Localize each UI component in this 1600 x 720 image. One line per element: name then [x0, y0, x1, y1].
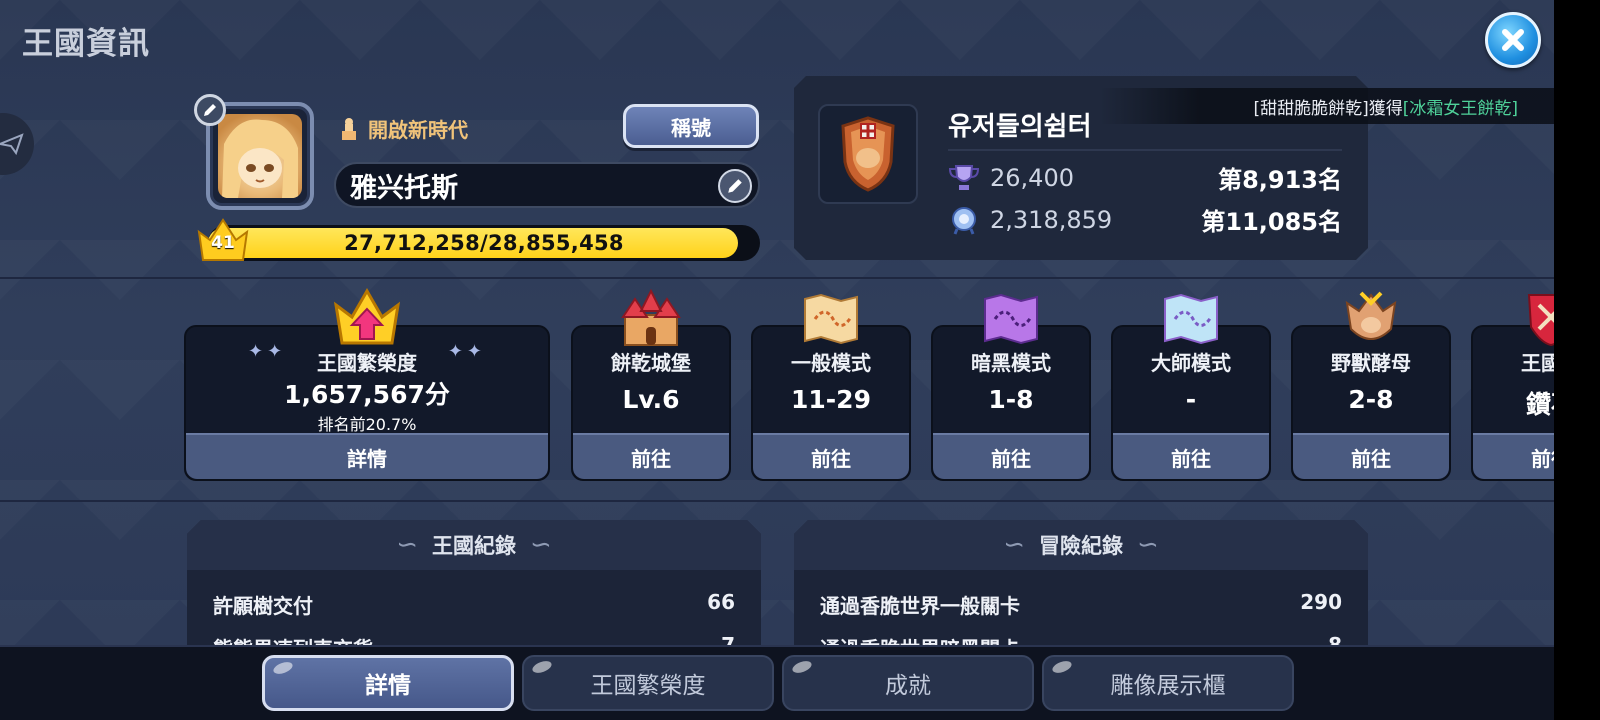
- guild-trophy-row: 26,400 第8,913名: [948, 160, 1342, 195]
- card-name: 王國競: [1521, 351, 1554, 375]
- guild-emblem[interactable]: [818, 104, 918, 204]
- swirl-ornament-icon: ∽: [530, 530, 552, 560]
- card-master-mode: 大師模式 - 前往: [1111, 293, 1271, 481]
- kingdom-record-panel: ∽ 王國紀錄 ∽ 許願樹交付 66 熊熊果凍列車交貨 7: [187, 520, 761, 660]
- master-mode-go-button[interactable]: 前往: [1113, 433, 1269, 479]
- close-button[interactable]: [1485, 12, 1541, 68]
- dark-mode-go-button[interactable]: 前往: [933, 433, 1089, 479]
- map-scroll-icon: [804, 293, 858, 345]
- record-row: 通過香脆世界一般關卡 290: [820, 590, 1342, 619]
- era-label: 開啟新時代: [368, 118, 468, 142]
- card-name: 暗黑模式: [971, 351, 1051, 375]
- adventure-record-title: 冒險紀錄: [1039, 534, 1123, 558]
- guild-divider: [948, 149, 1342, 151]
- title-button[interactable]: 稱號: [623, 104, 759, 148]
- section-divider: [0, 500, 1554, 502]
- medal-icon: [952, 206, 976, 235]
- record-value: 66: [707, 590, 735, 614]
- record-row: 許願樹交付 66: [213, 590, 735, 619]
- screen-edge: [1554, 0, 1600, 720]
- guild-shield-icon: [841, 116, 895, 192]
- kingdom-info-screen: 王國資訊 開啟新時代 稱號 雅兴托斯 27,712,258/28,855,458…: [0, 0, 1554, 720]
- bottom-tab-bar: [0, 645, 1554, 720]
- tab-prosperity[interactable]: 王國繁榮度: [522, 655, 774, 711]
- notice-highlight: [冰霜女王餅乾]: [1402, 98, 1518, 119]
- card-name: 王國繁榮度: [317, 351, 417, 375]
- master-map-scroll-icon: [1164, 293, 1218, 345]
- card-arena: 王國競 鑽石 前往: [1471, 294, 1554, 481]
- card-name: 野獸酵母: [1331, 351, 1411, 375]
- swirl-ornament-icon: ∽: [396, 530, 418, 560]
- level-number: 41: [211, 233, 235, 253]
- castle-go-button[interactable]: 前往: [573, 433, 729, 479]
- notice-banner: [甜甜脆脆餅乾]獲得 [冰霜女王餅乾]: [1100, 88, 1554, 124]
- player-name: 雅兴托斯: [350, 172, 458, 204]
- card-value: 2-8: [1348, 385, 1394, 414]
- section-divider: [0, 277, 1554, 279]
- swirl-ornament-icon: ∽: [1003, 530, 1025, 560]
- pencil-icon: [728, 179, 742, 193]
- card-name: 大師模式: [1151, 351, 1231, 375]
- card-dark-mode: 暗黑模式 1-8 前往: [931, 293, 1091, 481]
- tab-achievements[interactable]: 成就: [782, 655, 1034, 711]
- notice-text: [甜甜脆脆餅乾]獲得: [1253, 98, 1403, 119]
- guild-trophy-value: 26,400: [990, 163, 1074, 192]
- record-label: 許願樹交付: [213, 594, 313, 618]
- arena-go-button[interactable]: 前往: [1473, 433, 1554, 479]
- paper-plane-icon: [0, 133, 24, 156]
- card-value: 鑽石: [1525, 390, 1554, 419]
- card-subtext: 排名前20.7%: [317, 415, 417, 434]
- card-castle: 餅乾城堡 Lv.6 前往: [571, 289, 731, 481]
- crown-up-icon: [333, 287, 401, 345]
- card-name: 餅乾城堡: [611, 351, 691, 375]
- adventure-record-header: ∽ 冒險紀錄 ∽: [794, 520, 1368, 570]
- swirl-ornament-icon: ∽: [1137, 530, 1159, 560]
- guild-name: 유저들의쉼터: [948, 112, 1092, 142]
- era-label-group: 開啟新時代: [338, 114, 468, 143]
- card-beast-yeast: 野獸酵母 2-8 前往: [1291, 291, 1451, 481]
- era-statue-icon: [342, 117, 356, 140]
- guild-trophy-rank: 第8,913名: [1218, 166, 1342, 194]
- normal-mode-go-button[interactable]: 前往: [753, 433, 909, 479]
- guild-score-value: 2,318,859: [990, 205, 1113, 234]
- adventure-record-panel: ∽ 冒險紀錄 ∽ 通過香脆世界一般關卡 290 通過香脆世界暗黑關卡 8: [794, 520, 1368, 660]
- prosperity-detail-button[interactable]: 詳情: [186, 433, 548, 479]
- close-icon: [1502, 29, 1524, 51]
- kingdom-record-header: ∽ 王國紀錄 ∽: [187, 520, 761, 570]
- guild-score-row: 2,318,859 第11,085名: [948, 202, 1342, 237]
- tab-details[interactable]: 詳情: [262, 655, 514, 711]
- page-title: 王國資訊: [22, 26, 150, 62]
- exp-text: 27,712,258/28,855,458: [344, 231, 624, 255]
- beast-crest-icon: [1345, 291, 1397, 340]
- card-value: -: [1185, 385, 1197, 414]
- card-normal-mode: 一般模式 11-29 前往: [751, 293, 911, 481]
- card-value: 1,657,567分: [284, 380, 450, 409]
- dark-map-scroll-icon: [984, 293, 1038, 345]
- side-arrow-button[interactable]: [0, 113, 34, 175]
- avatar-edit-button[interactable]: [194, 94, 226, 126]
- record-label: 通過香脆世界一般關卡: [820, 594, 1020, 618]
- cookie-portrait-icon: [222, 119, 298, 198]
- pencil-icon: [204, 104, 216, 116]
- avatar: [218, 114, 302, 198]
- card-name: 一般模式: [791, 351, 871, 375]
- record-value: 290: [1300, 590, 1342, 614]
- kingdom-record-title: 王國紀錄: [432, 534, 516, 558]
- tab-statue-showcase[interactable]: 雕像展示櫃: [1042, 655, 1294, 711]
- card-prosperity: ✦✦ ✦✦ 王國繁榮度 1,657,567分 排名前20.7% 詳情: [184, 287, 550, 481]
- name-edit-button[interactable]: [718, 169, 752, 203]
- card-value: 1-8: [988, 385, 1034, 414]
- card-value: Lv.6: [622, 385, 680, 414]
- card-value: 11-29: [791, 385, 871, 414]
- trophy-icon: [948, 164, 980, 190]
- beast-yeast-go-button[interactable]: 前往: [1293, 433, 1449, 479]
- guild-score-rank: 第11,085名: [1201, 208, 1342, 236]
- exp-bar: 27,712,258/28,855,458: [208, 225, 760, 261]
- castle-icon: [621, 289, 681, 346]
- player-name-box: 雅兴托斯: [334, 162, 760, 208]
- arena-shield-icon: [1527, 294, 1554, 347]
